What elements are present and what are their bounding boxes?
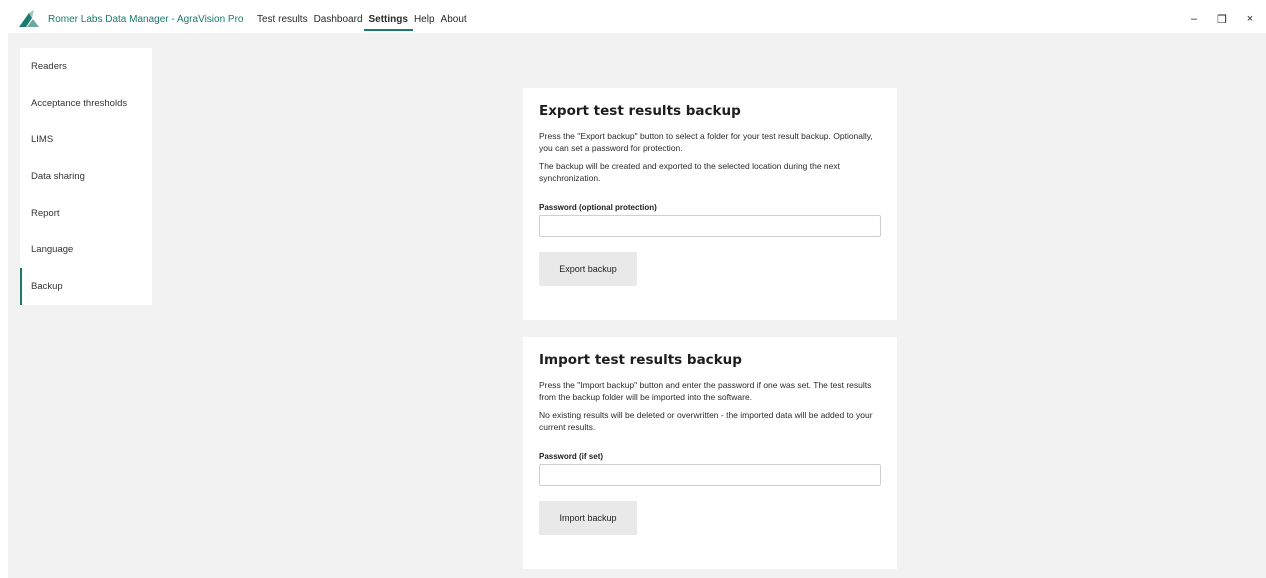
restore-icon[interactable]: ❐ [1216,13,1228,26]
export-sync-note: The backup will be created and exported … [539,161,840,183]
sidebar-item-data-sharing[interactable]: Data sharing [20,158,152,195]
import-password-label: Password (if set) [539,452,604,461]
export-title: Export test results backup [539,103,741,119]
export-description: Press the "Export backup" button to sele… [539,131,873,153]
main-menu: Test results Dashboard Settings Help Abo… [257,14,473,31]
content-area: Readers Acceptance thresholds LIMS Data … [8,33,1266,578]
sidebar-item-backup[interactable]: Backup [20,268,152,305]
menu-item-about[interactable]: About [441,14,467,31]
import-description: Press the "Import backup" button and ent… [539,380,872,402]
sidebar-item-acceptance-thresholds[interactable]: Acceptance thresholds [20,85,152,122]
import-backup-button[interactable]: Import backup [539,501,637,535]
menu-item-help[interactable]: Help [414,14,435,31]
menu-item-dashboard[interactable]: Dashboard [314,14,363,31]
close-icon[interactable]: × [1244,13,1256,26]
import-note: No existing results will be deleted or o… [539,410,873,432]
romer-labs-logo-icon [19,10,39,27]
export-password-input[interactable] [539,215,881,237]
title-bar: Romer Labs Data Manager - AgraVision Pro… [0,0,1266,36]
sidebar-item-readers[interactable]: Readers [20,48,152,85]
export-password-label: Password (optional protection) [539,203,657,212]
menu-item-settings[interactable]: Settings [363,14,414,31]
window-controls: – ❐ × [1188,13,1256,26]
minimize-icon[interactable]: – [1188,13,1200,26]
settings-sidebar: Readers Acceptance thresholds LIMS Data … [20,48,152,305]
import-backup-card: Import test results backup Press the "Im… [523,337,897,569]
import-title: Import test results backup [539,352,742,368]
export-backup-button[interactable]: Export backup [539,252,637,286]
menu-item-test-results[interactable]: Test results [257,14,308,31]
sidebar-item-lims[interactable]: LIMS [20,121,152,158]
sidebar-item-report[interactable]: Report [20,195,152,232]
import-password-input[interactable] [539,464,881,486]
app-title: Romer Labs Data Manager - AgraVision Pro [48,14,244,25]
sidebar-item-language[interactable]: Language [20,231,152,268]
export-backup-card: Export test results backup Press the "Ex… [523,88,897,320]
